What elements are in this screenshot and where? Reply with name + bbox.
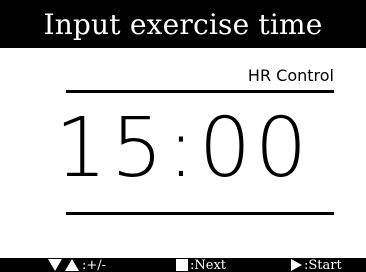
bottom-divider xyxy=(66,212,334,215)
screen-title: Input exercise time xyxy=(43,8,323,41)
next-hint-label: :Next xyxy=(190,258,227,272)
key-hint-bar: :+/- :Next :Start xyxy=(0,258,366,272)
adjust-hint-label: :+/- xyxy=(82,258,107,272)
adjust-hint[interactable]: :+/- xyxy=(48,258,106,272)
next-hint[interactable]: :Next xyxy=(176,258,226,272)
mode-label: HR Control xyxy=(247,66,334,85)
start-hint-label: :Start xyxy=(304,258,342,272)
exercise-time-screen: Input exercise time HR Control 15:00 :+/… xyxy=(0,0,366,272)
square-icon xyxy=(176,259,188,271)
play-triangle-icon xyxy=(291,259,302,271)
exercise-time-value[interactable]: 15:00 xyxy=(0,108,366,190)
top-divider xyxy=(66,90,334,93)
up-down-triangle-icon xyxy=(48,259,79,271)
start-hint[interactable]: :Start xyxy=(290,258,342,272)
title-bar: Input exercise time xyxy=(0,0,366,48)
